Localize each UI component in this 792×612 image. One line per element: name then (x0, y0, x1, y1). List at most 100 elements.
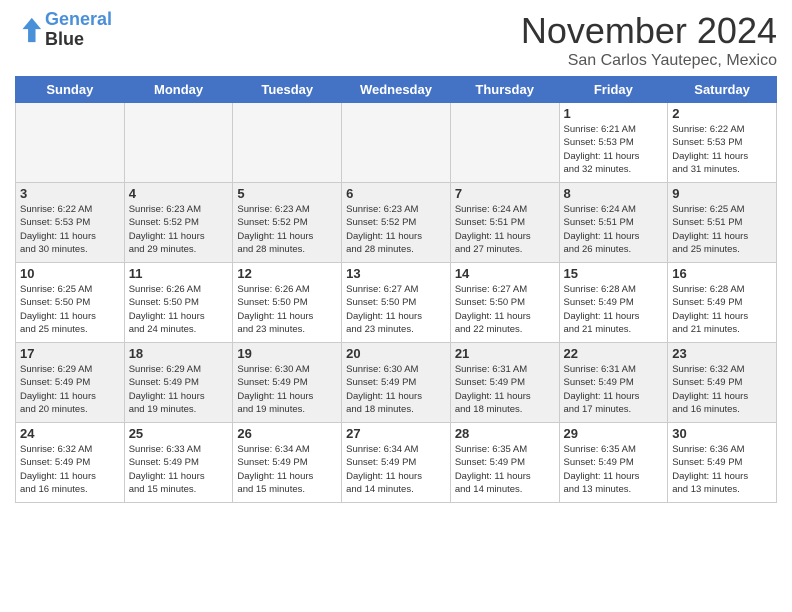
calendar-cell: 19 Sunrise: 6:30 AM Sunset: 5:49 PM Dayli… (233, 343, 342, 423)
calendar-cell: 4 Sunrise: 6:23 AM Sunset: 5:52 PM Daylig… (124, 183, 233, 263)
day-header-friday: Friday (559, 77, 668, 103)
day-info: Sunrise: 6:35 AM Sunset: 5:49 PM Dayligh… (455, 443, 555, 496)
day-number: 19 (237, 346, 337, 361)
day-header-thursday: Thursday (450, 77, 559, 103)
day-number: 4 (129, 186, 229, 201)
day-number: 20 (346, 346, 446, 361)
day-header-sunday: Sunday (16, 77, 125, 103)
calendar-cell: 5 Sunrise: 6:23 AM Sunset: 5:52 PM Daylig… (233, 183, 342, 263)
calendar-cell: 9 Sunrise: 6:25 AM Sunset: 5:51 PM Daylig… (668, 183, 777, 263)
day-info: Sunrise: 6:26 AM Sunset: 5:50 PM Dayligh… (129, 283, 229, 336)
calendar-cell: 16Sunrise: 6:28 AM Sunset: 5:49 PM Dayli… (668, 263, 777, 343)
header-row: General Blue November 2024 San Carlos Ya… (15, 10, 777, 70)
calendar-cell: 14Sunrise: 6:27 AM Sunset: 5:50 PM Dayli… (450, 263, 559, 343)
calendar-cell: 11 Sunrise: 6:26 AM Sunset: 5:50 PM Dayli… (124, 263, 233, 343)
day-info: Sunrise: 6:33 AM Sunset: 5:49 PM Dayligh… (129, 443, 229, 496)
day-number: 12 (237, 266, 337, 281)
week-row-1: 1 Sunrise: 6:21 AM Sunset: 5:53 PM Daylig… (16, 103, 777, 183)
calendar-cell: 22 Sunrise: 6:31 AM Sunset: 5:49 PM Dayli… (559, 343, 668, 423)
week-row-4: 17Sunrise: 6:29 AM Sunset: 5:49 PM Dayli… (16, 343, 777, 423)
calendar-cell: 27 Sunrise: 6:34 AM Sunset: 5:49 PM Dayli… (342, 423, 451, 503)
day-number: 30 (672, 426, 772, 441)
day-info: Sunrise: 6:32 AM Sunset: 5:49 PM Dayligh… (672, 363, 772, 416)
day-number: 15 (564, 266, 664, 281)
calendar-cell: 10 Sunrise: 6:25 AM Sunset: 5:50 PM Dayli… (16, 263, 125, 343)
calendar-cell: 17Sunrise: 6:29 AM Sunset: 5:49 PM Dayli… (16, 343, 125, 423)
calendar-cell: 26Sunrise: 6:34 AM Sunset: 5:49 PM Dayli… (233, 423, 342, 503)
day-header-tuesday: Tuesday (233, 77, 342, 103)
day-number: 27 (346, 426, 446, 441)
day-number: 24 (20, 426, 120, 441)
calendar-cell (342, 103, 451, 183)
day-number: 22 (564, 346, 664, 361)
calendar-cell: 20 Sunrise: 6:30 AM Sunset: 5:49 PM Dayli… (342, 343, 451, 423)
day-number: 2 (672, 106, 772, 121)
day-info: Sunrise: 6:29 AM Sunset: 5:49 PM Dayligh… (20, 363, 120, 416)
day-info: Sunrise: 6:32 AM Sunset: 5:49 PM Dayligh… (20, 443, 120, 496)
week-row-2: 3 Sunrise: 6:22 AM Sunset: 5:53 PM Daylig… (16, 183, 777, 263)
day-header-saturday: Saturday (668, 77, 777, 103)
day-info: Sunrise: 6:27 AM Sunset: 5:50 PM Dayligh… (346, 283, 446, 336)
day-info: Sunrise: 6:25 AM Sunset: 5:50 PM Dayligh… (20, 283, 120, 336)
day-info: Sunrise: 6:31 AM Sunset: 5:49 PM Dayligh… (455, 363, 555, 416)
day-info: Sunrise: 6:28 AM Sunset: 5:49 PM Dayligh… (672, 283, 772, 336)
day-header-wednesday: Wednesday (342, 77, 451, 103)
day-number: 29 (564, 426, 664, 441)
calendar-cell (124, 103, 233, 183)
day-number: 26 (237, 426, 337, 441)
day-info: Sunrise: 6:30 AM Sunset: 5:49 PM Dayligh… (237, 363, 337, 416)
day-info: Sunrise: 6:28 AM Sunset: 5:49 PM Dayligh… (564, 283, 664, 336)
day-number: 10 (20, 266, 120, 281)
week-row-5: 24 Sunrise: 6:32 AM Sunset: 5:49 PM Dayli… (16, 423, 777, 503)
calendar-cell: 6 Sunrise: 6:23 AM Sunset: 5:52 PM Daylig… (342, 183, 451, 263)
calendar-cell: 3 Sunrise: 6:22 AM Sunset: 5:53 PM Daylig… (16, 183, 125, 263)
day-number: 1 (564, 106, 664, 121)
day-info: Sunrise: 6:23 AM Sunset: 5:52 PM Dayligh… (129, 203, 229, 256)
month-title: November 2024 (521, 10, 777, 52)
calendar-cell: 30 Sunrise: 6:36 AM Sunset: 5:49 PM Dayli… (668, 423, 777, 503)
day-info: Sunrise: 6:35 AM Sunset: 5:49 PM Dayligh… (564, 443, 664, 496)
day-info: Sunrise: 6:23 AM Sunset: 5:52 PM Dayligh… (346, 203, 446, 256)
day-info: Sunrise: 6:25 AM Sunset: 5:51 PM Dayligh… (672, 203, 772, 256)
calendar-cell: 7 Sunrise: 6:24 AM Sunset: 5:51 PM Daylig… (450, 183, 559, 263)
day-number: 28 (455, 426, 555, 441)
calendar-cell: 18Sunrise: 6:29 AM Sunset: 5:49 PM Dayli… (124, 343, 233, 423)
day-number: 7 (455, 186, 555, 201)
title-block: November 2024 San Carlos Yautepec, Mexic… (521, 10, 777, 70)
day-info: Sunrise: 6:22 AM Sunset: 5:53 PM Dayligh… (20, 203, 120, 256)
calendar-cell: 23 Sunrise: 6:32 AM Sunset: 5:49 PM Dayli… (668, 343, 777, 423)
calendar-cell (16, 103, 125, 183)
logo-text: General Blue (45, 10, 112, 50)
calendar-cell: 21Sunrise: 6:31 AM Sunset: 5:49 PM Dayli… (450, 343, 559, 423)
day-header-monday: Monday (124, 77, 233, 103)
day-number: 9 (672, 186, 772, 201)
day-info: Sunrise: 6:24 AM Sunset: 5:51 PM Dayligh… (455, 203, 555, 256)
day-info: Sunrise: 6:34 AM Sunset: 5:49 PM Dayligh… (346, 443, 446, 496)
day-info: Sunrise: 6:26 AM Sunset: 5:50 PM Dayligh… (237, 283, 337, 336)
day-number: 5 (237, 186, 337, 201)
day-info: Sunrise: 6:23 AM Sunset: 5:52 PM Dayligh… (237, 203, 337, 256)
calendar-cell: 2Sunrise: 6:22 AM Sunset: 5:53 PM Daylig… (668, 103, 777, 183)
day-number: 18 (129, 346, 229, 361)
calendar-table: SundayMondayTuesdayWednesdayThursdayFrid… (15, 76, 777, 503)
calendar-cell: 24 Sunrise: 6:32 AM Sunset: 5:49 PM Dayli… (16, 423, 125, 503)
day-number: 6 (346, 186, 446, 201)
day-number: 25 (129, 426, 229, 441)
calendar-cell (450, 103, 559, 183)
day-info: Sunrise: 6:24 AM Sunset: 5:51 PM Dayligh… (564, 203, 664, 256)
calendar-cell: 25 Sunrise: 6:33 AM Sunset: 5:49 PM Dayli… (124, 423, 233, 503)
day-info: Sunrise: 6:21 AM Sunset: 5:53 PM Dayligh… (564, 123, 664, 176)
week-row-3: 10 Sunrise: 6:25 AM Sunset: 5:50 PM Dayli… (16, 263, 777, 343)
day-info: Sunrise: 6:36 AM Sunset: 5:49 PM Dayligh… (672, 443, 772, 496)
day-number: 11 (129, 266, 229, 281)
day-number: 3 (20, 186, 120, 201)
calendar-cell (233, 103, 342, 183)
day-info: Sunrise: 6:31 AM Sunset: 5:49 PM Dayligh… (564, 363, 664, 416)
day-info: Sunrise: 6:30 AM Sunset: 5:49 PM Dayligh… (346, 363, 446, 416)
page-container: General Blue November 2024 San Carlos Ya… (0, 0, 792, 513)
day-number: 23 (672, 346, 772, 361)
location-title: San Carlos Yautepec, Mexico (521, 52, 777, 70)
calendar-cell: 15 Sunrise: 6:28 AM Sunset: 5:49 PM Dayli… (559, 263, 668, 343)
logo-icon (15, 16, 43, 44)
calendar-cell: 12 Sunrise: 6:26 AM Sunset: 5:50 PM Dayli… (233, 263, 342, 343)
